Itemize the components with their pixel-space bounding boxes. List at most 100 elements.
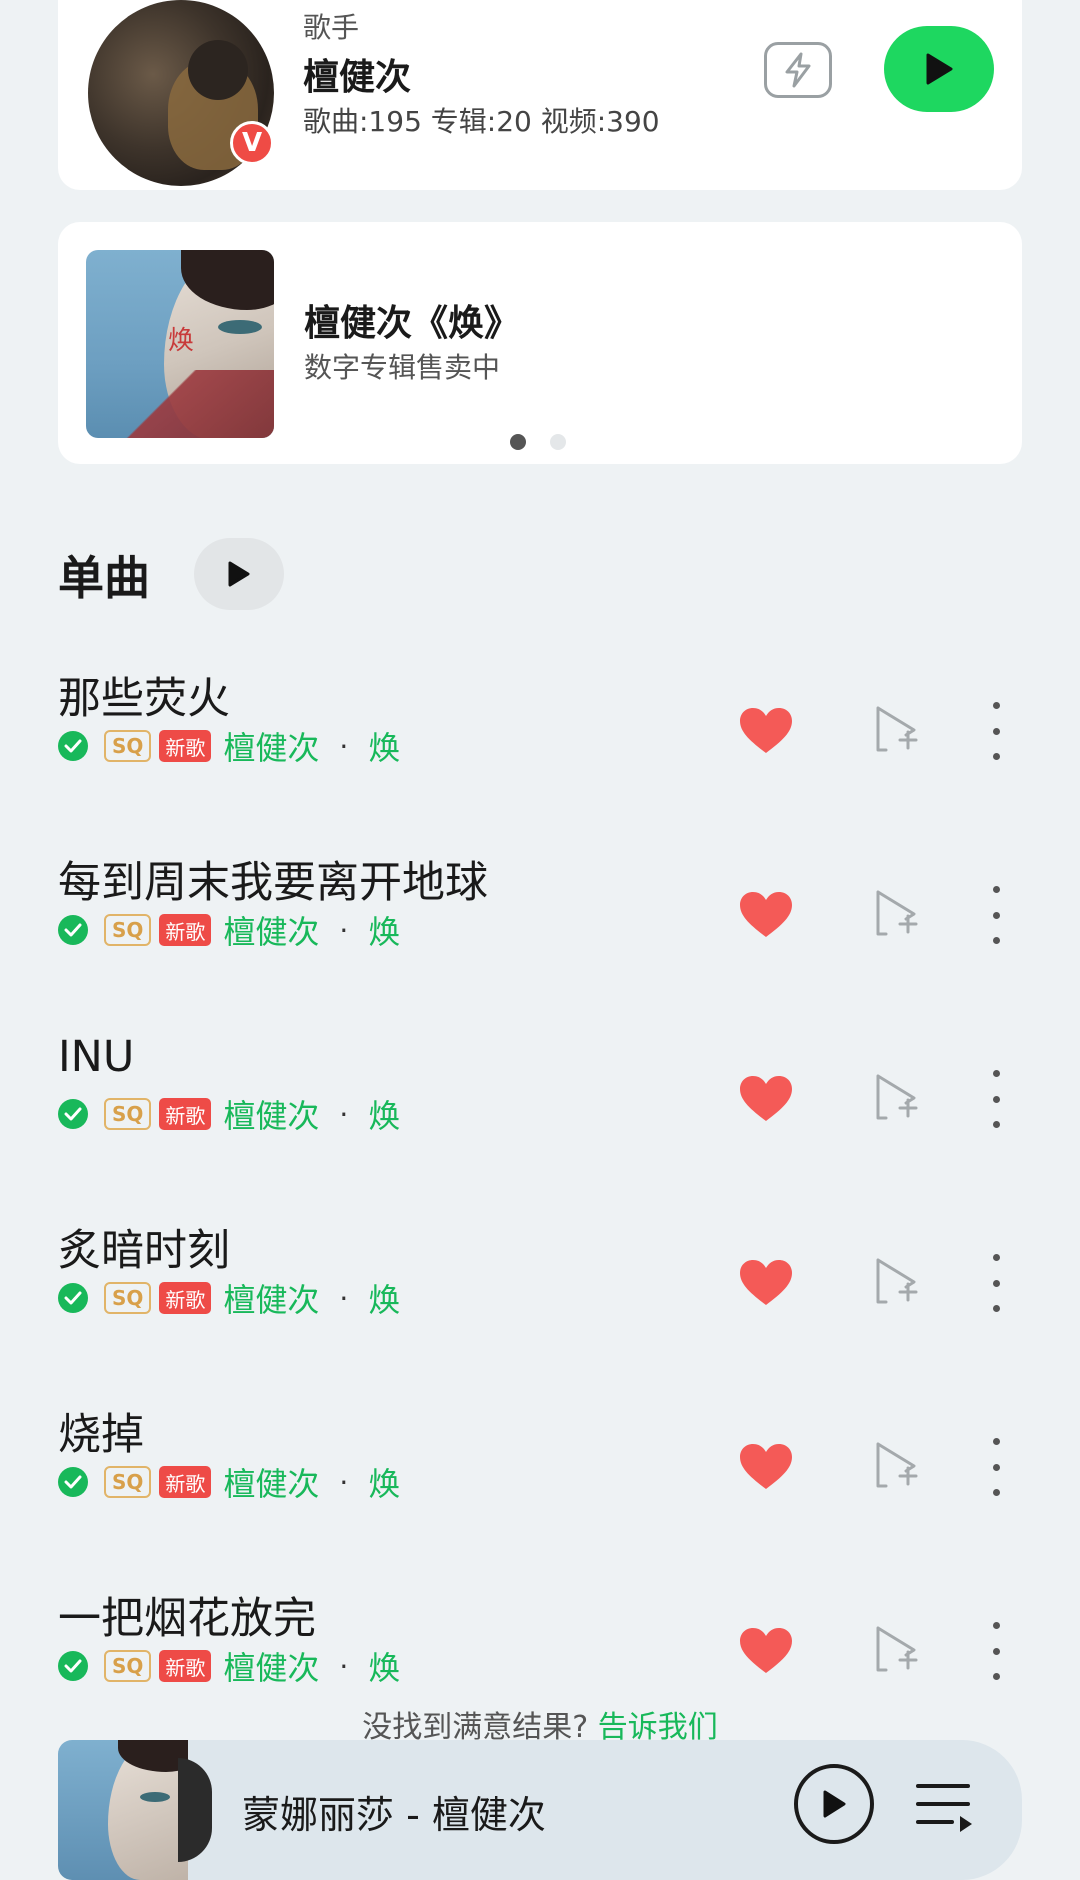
queue-button[interactable] xyxy=(916,1780,976,1834)
album-cover-text: 焕 xyxy=(168,326,195,356)
quality-badge: SQ xyxy=(104,1466,152,1498)
queue-list-icon xyxy=(916,1784,972,1832)
song-row[interactable]: 那些荧火 SQ 新歌 檀健次 · 焕 xyxy=(0,660,1080,844)
more-vertical-icon xyxy=(992,1622,1000,1629)
more-options-button[interactable] xyxy=(986,1438,1006,1496)
verified-badge: V xyxy=(230,121,274,165)
play-icon xyxy=(228,561,250,587)
play-artist-button[interactable] xyxy=(884,26,994,112)
more-options-button[interactable] xyxy=(986,886,1006,944)
song-meta: SQ 新歌 檀健次 · 焕 xyxy=(58,1275,400,1321)
artist-name: 檀健次 xyxy=(303,57,412,98)
artist-card[interactable]: V 歌手 檀健次 歌曲:195 专辑:20 视频:390 xyxy=(58,0,1022,190)
like-button[interactable] xyxy=(738,706,794,756)
downloaded-check-icon xyxy=(58,1283,88,1313)
more-options-button[interactable] xyxy=(986,1622,1006,1680)
more-vertical-icon xyxy=(992,886,1000,893)
heart-icon xyxy=(740,1076,792,1121)
song-artist[interactable]: 檀健次 xyxy=(223,1091,319,1137)
song-meta: SQ 新歌 檀健次 · 焕 xyxy=(58,1091,400,1137)
now-playing-title[interactable]: 蒙娜丽莎 - 檀健次 xyxy=(242,1784,546,1839)
new-song-badge: 新歌 xyxy=(159,1098,212,1130)
playlist-add-icon xyxy=(876,890,918,936)
more-options-button[interactable] xyxy=(986,1070,1006,1128)
playlist-add-icon xyxy=(876,1626,918,1672)
album-promo-card[interactable]: 焕 檀健次《焕》 数字专辑售卖中 xyxy=(58,222,1022,464)
song-artist[interactable]: 檀健次 xyxy=(223,723,319,769)
new-song-badge: 新歌 xyxy=(159,914,212,946)
now-playing-cover[interactable] xyxy=(58,1740,188,1880)
play-all-singles-button[interactable] xyxy=(194,538,284,610)
downloaded-check-icon xyxy=(58,731,88,761)
mini-play-button[interactable] xyxy=(794,1764,874,1844)
add-to-playlist-button[interactable] xyxy=(872,1072,920,1124)
heart-icon xyxy=(740,1628,792,1673)
playlist-add-icon xyxy=(876,1258,918,1304)
add-to-playlist-button[interactable] xyxy=(872,888,920,940)
song-album[interactable]: 焕 xyxy=(368,723,400,769)
more-vertical-icon xyxy=(992,702,1000,709)
song-artist[interactable]: 檀健次 xyxy=(223,907,319,953)
add-to-playlist-button[interactable] xyxy=(872,704,920,756)
meta-separator: · xyxy=(339,1097,349,1131)
song-meta: SQ 新歌 檀健次 · 焕 xyxy=(58,907,400,953)
song-album[interactable]: 焕 xyxy=(368,1091,400,1137)
song-row[interactable]: 炙暗时刻 SQ 新歌 檀健次 · 焕 xyxy=(0,1212,1080,1396)
song-title: 一把烟花放完 xyxy=(58,1594,316,1644)
playlist-add-icon xyxy=(876,1074,918,1120)
like-button[interactable] xyxy=(738,1442,794,1492)
carousel-dot xyxy=(550,434,566,450)
add-to-playlist-button[interactable] xyxy=(872,1624,920,1676)
song-album[interactable]: 焕 xyxy=(368,1643,400,1689)
like-button[interactable] xyxy=(738,890,794,940)
heart-icon xyxy=(740,1444,792,1489)
downloaded-check-icon xyxy=(58,1651,88,1681)
song-artist[interactable]: 檀健次 xyxy=(223,1275,319,1321)
song-artist[interactable]: 檀健次 xyxy=(223,1459,319,1505)
song-row[interactable]: 烧掉 SQ 新歌 檀健次 · 焕 xyxy=(0,1396,1080,1580)
promo-title: 檀健次《焕》 xyxy=(304,303,521,344)
downloaded-check-icon xyxy=(58,1099,88,1129)
add-to-playlist-button[interactable] xyxy=(872,1256,920,1308)
meta-separator: · xyxy=(339,729,349,763)
song-meta: SQ 新歌 檀健次 · 焕 xyxy=(58,723,400,769)
more-options-button[interactable] xyxy=(986,1254,1006,1312)
lightning-button[interactable] xyxy=(764,42,832,98)
meta-separator: · xyxy=(339,913,349,947)
artist-role-label: 歌手 xyxy=(303,11,360,44)
meta-separator: · xyxy=(339,1649,349,1683)
song-artist[interactable]: 檀健次 xyxy=(223,1643,319,1689)
more-vertical-icon xyxy=(992,1070,1000,1077)
like-button[interactable] xyxy=(738,1074,794,1124)
lightning-icon xyxy=(785,52,811,88)
downloaded-check-icon xyxy=(58,915,88,945)
new-song-badge: 新歌 xyxy=(159,1466,212,1498)
promo-subtitle: 数字专辑售卖中 xyxy=(304,351,501,384)
song-title: INU xyxy=(58,1032,135,1082)
song-title: 炙暗时刻 xyxy=(58,1226,230,1276)
new-song-badge: 新歌 xyxy=(159,1650,212,1682)
album-cover-image: 焕 xyxy=(86,250,274,438)
playlist-add-icon xyxy=(876,1442,918,1488)
like-button[interactable] xyxy=(738,1258,794,1308)
mini-player[interactable]: 蒙娜丽莎 - 檀健次 xyxy=(58,1740,1022,1880)
artist-stats: 歌曲:195 专辑:20 视频:390 xyxy=(303,105,660,138)
like-button[interactable] xyxy=(738,1626,794,1676)
heart-icon xyxy=(740,708,792,753)
carousel-indicator xyxy=(510,434,566,450)
vinyl-disc xyxy=(178,1758,212,1862)
more-vertical-icon xyxy=(992,1438,1000,1445)
quality-badge: SQ xyxy=(104,730,152,762)
more-vertical-icon xyxy=(992,1254,1000,1261)
song-row[interactable]: 每到周末我要离开地球 SQ 新歌 檀健次 · 焕 xyxy=(0,844,1080,1028)
song-row[interactable]: INU SQ 新歌 檀健次 · 焕 xyxy=(0,1028,1080,1212)
song-album[interactable]: 焕 xyxy=(368,1459,400,1505)
quality-badge: SQ xyxy=(104,914,152,946)
heart-icon xyxy=(740,892,792,937)
add-to-playlist-button[interactable] xyxy=(872,1440,920,1492)
carousel-dot-active xyxy=(510,434,526,450)
song-album[interactable]: 焕 xyxy=(368,907,400,953)
more-options-button[interactable] xyxy=(986,702,1006,760)
song-title: 烧掉 xyxy=(58,1410,144,1460)
song-album[interactable]: 焕 xyxy=(368,1275,400,1321)
